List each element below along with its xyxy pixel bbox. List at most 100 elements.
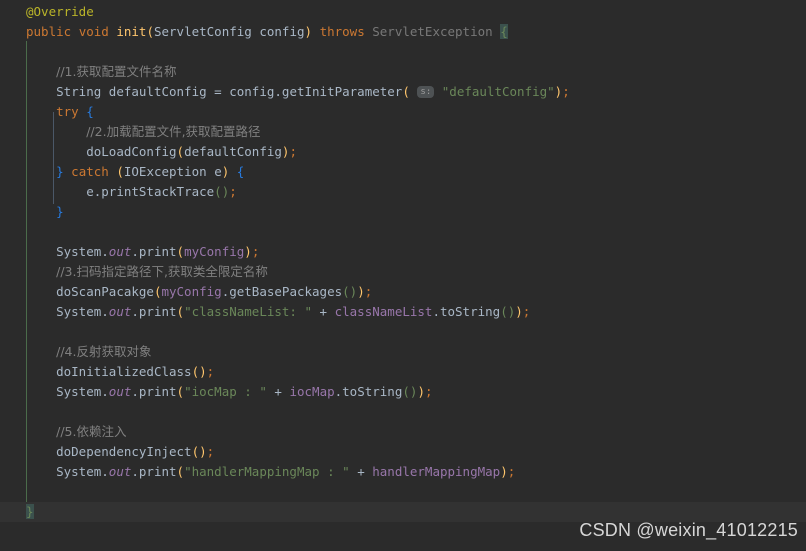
string-iocmap: "iocMap : " (184, 384, 267, 399)
code-line-18[interactable]: //4.反射获取对象 (0, 342, 806, 362)
dot: . (101, 304, 109, 319)
brace-open-try: { (86, 104, 94, 119)
type-servletconfig: ServletConfig (153, 24, 252, 39)
code-line-4[interactable]: //1.获取配置文件名称 (0, 62, 806, 82)
arg-defaultconfig: defaultConfig (184, 144, 282, 159)
paren-pair: () (191, 364, 207, 379)
call-getinitparameter: getInitParameter (281, 84, 403, 99)
paren-open: ( (176, 144, 185, 159)
semicolon: ; (562, 84, 570, 99)
code-line-5[interactable]: String defaultConfig = config.getInitPar… (0, 82, 806, 102)
field-out: out (108, 244, 132, 259)
operator-plus: + (319, 304, 328, 319)
code-line-6[interactable]: try { (0, 102, 806, 122)
code-line-26[interactable]: } (0, 502, 806, 522)
paren-close: ) (304, 24, 313, 39)
dot: . (432, 304, 440, 319)
code-line-12[interactable] (0, 222, 806, 242)
semicolon: ; (251, 244, 260, 259)
code-line-1[interactable]: @Override (0, 2, 806, 22)
call-doscanpacakge: doScanPacakge (56, 284, 154, 299)
comment-4: //4.反射获取对象 (56, 344, 152, 359)
code-line-11[interactable]: } (0, 202, 806, 222)
semicolon: ; (206, 364, 215, 379)
dot: . (274, 84, 282, 99)
semicolon: ; (507, 464, 516, 479)
code-line-15[interactable]: doScanPacakge(myConfig.getBasePackages()… (0, 282, 806, 302)
dot: . (101, 464, 109, 479)
code-line-9[interactable]: } catch (IOException e) { (0, 162, 806, 182)
paren-pair: () (342, 284, 358, 299)
code-line-2[interactable]: public void init(ServletConfig config) t… (0, 22, 806, 42)
code-line-25[interactable] (0, 482, 806, 502)
code-line-10[interactable]: e.printStackTrace(); (0, 182, 806, 202)
field-handlermappingmap: handlerMappingMap (372, 464, 501, 479)
type-ioexception: IOException (123, 164, 207, 179)
code-line-7[interactable]: //2.加载配置文件,获取配置路径 (0, 122, 806, 142)
code-line-23[interactable]: doDependencyInject(); (0, 442, 806, 462)
semicolon: ; (522, 304, 531, 319)
dot: . (131, 304, 139, 319)
string-classnamelist: "classNameList: " (184, 304, 313, 319)
call-print: print (138, 464, 177, 479)
paren-open: ( (176, 384, 185, 399)
annotation-override: @Override (26, 4, 94, 19)
code-line-24[interactable]: System.out.print("handlerMappingMap : " … (0, 462, 806, 482)
field-classnamelist: classNameList (334, 304, 433, 319)
code-lines[interactable]: @Override public void init(ServletConfig… (0, 0, 806, 522)
paren-pair: () (402, 384, 418, 399)
comment-5: //5.依赖注入 (56, 424, 127, 439)
type-system: System (56, 304, 102, 319)
field-iocmap: iocMap (289, 384, 335, 399)
type-system: System (56, 384, 102, 399)
call-print: print (138, 304, 177, 319)
semicolon: ; (289, 144, 297, 159)
keyword-catch: catch (71, 164, 109, 179)
paren-open: ( (176, 464, 185, 479)
paren-open: ( (402, 84, 410, 99)
code-line-17[interactable] (0, 322, 806, 342)
dot: . (131, 244, 139, 259)
paren-close: ) (221, 164, 230, 179)
brace-close-method-highlight: } (26, 504, 34, 519)
screenshot-root: @Override public void init(ServletConfig… (0, 0, 806, 551)
code-line-16[interactable]: System.out.print("classNameList: " + cla… (0, 302, 806, 322)
comment-2: //2.加载配置文件,获取配置路径 (86, 124, 261, 139)
code-line-8[interactable]: doLoadConfig(defaultConfig); (0, 142, 806, 162)
paren-open: ( (116, 164, 124, 179)
field-myconfig: myConfig (161, 284, 222, 299)
paren-open: ( (146, 24, 154, 39)
code-line-3[interactable] (0, 42, 806, 62)
comment-3: //3.扫码指定路径下,获取类全限定名称 (56, 264, 268, 279)
comment-1: //1.获取配置文件名称 (56, 64, 177, 79)
code-line-19[interactable]: doInitializedClass(); (0, 362, 806, 382)
code-line-20[interactable]: System.out.print("iocMap : " + iocMap.to… (0, 382, 806, 402)
code-editor[interactable]: @Override public void init(ServletConfig… (0, 0, 806, 551)
operator-plus: + (274, 384, 282, 399)
paren-close: ) (357, 284, 365, 299)
operator-plus: + (357, 464, 365, 479)
paren-close: ) (500, 464, 508, 479)
code-line-22[interactable]: //5.依赖注入 (0, 422, 806, 442)
brace-open-highlight: { (500, 24, 508, 39)
code-line-14[interactable]: //3.扫码指定路径下,获取类全限定名称 (0, 262, 806, 282)
paren-pair: () (214, 184, 230, 199)
semicolon: ; (206, 444, 215, 459)
brace-open-catch: { (236, 164, 245, 179)
keyword-try: try (56, 104, 79, 119)
dot: . (101, 244, 109, 259)
var-e-ref: e (86, 184, 94, 199)
dot: . (131, 384, 139, 399)
call-tostring: toString (439, 304, 501, 319)
brace-close-catch: } (56, 204, 64, 219)
dot: . (131, 464, 139, 479)
csdn-watermark: CSDN @weixin_41012215 (579, 520, 798, 540)
object-config: config (229, 84, 275, 99)
param-hint-chip: s: (417, 85, 435, 98)
paren-pair: () (191, 444, 207, 459)
string-handlermappingmap: "handlerMappingMap : " (184, 464, 350, 479)
code-line-13[interactable]: System.out.print(myConfig); (0, 242, 806, 262)
code-line-21[interactable] (0, 402, 806, 422)
call-doloadconfig: doLoadConfig (86, 144, 177, 159)
call-getbasepackages: getBasePackages (229, 284, 343, 299)
